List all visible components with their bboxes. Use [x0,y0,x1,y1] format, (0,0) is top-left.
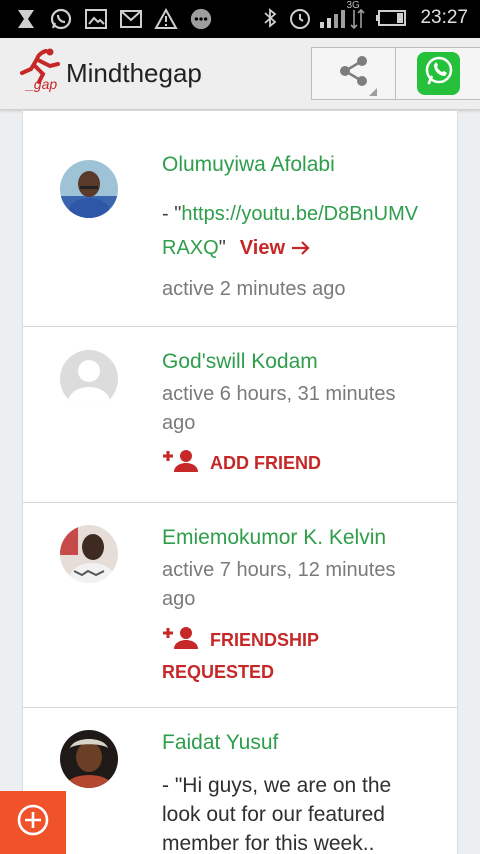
app-title: Mindthegap [66,58,202,88]
view-link[interactable]: View [240,237,311,259]
whatsapp-icon [423,55,455,92]
add-person-icon [162,626,200,658]
friendship-requested-button[interactable]: FRIENDSHIP REQUESTED [162,626,392,686]
member-card: Olumuyiwa Afolabi - "https://youtu.be/D8… [22,111,458,327]
last-active: active 2 minutes ago [162,278,346,300]
update-prefix: - " [162,203,182,225]
image-notification-icon [84,7,108,31]
battery-icon [374,6,408,30]
member-name[interactable]: God'swill Kodam [162,350,318,374]
avatar[interactable] [60,730,118,788]
notification-x-icon [14,7,38,31]
avatar[interactable] [60,350,118,408]
compose-button[interactable] [0,791,66,854]
member-card: Faidat Yusuf - "Hi guys, we are on the l… [22,708,458,854]
whatsapp-notification-icon [49,7,73,31]
add-person-icon [162,449,200,481]
share-button[interactable] [311,47,396,100]
network-type-label: 3G [346,0,360,11]
activity-update: - "Hi guys, we are on the look out for o… [162,774,392,854]
update-suffix: " [218,237,226,259]
signal-icon: 3G [318,0,368,30]
logo-text: _gap [26,76,58,92]
last-active: active 7 hours, 12 minutes ago [162,559,396,610]
member-name[interactable]: Emiemokumor K. Kelvin [162,526,386,550]
member-card: God'swill Kodam active 6 hours, 31 minut… [22,327,458,503]
clock: 23:27 [420,7,468,28]
avatar[interactable] [60,160,118,218]
add-circle-icon [16,803,50,842]
alarm-icon [288,6,312,30]
avatar[interactable] [60,525,118,583]
add-friend-button[interactable]: ADD FRIEND [162,449,402,481]
app-logo: _gap [18,48,62,98]
warning-icon [154,7,178,31]
chat-bubble-icon [189,7,213,31]
activity-update: - "https://youtu.be/D8BnUMVRAXQ" View [162,197,432,267]
whatsapp-share-area [396,47,480,100]
member-name[interactable]: Olumuyiwa Afolabi [162,153,335,177]
app-bar: _gap Mindthegap [0,38,480,110]
last-active: active 6 hours, 31 minutes ago [162,383,396,434]
bluetooth-icon [258,6,282,30]
status-bar: 3G 23:27 [0,0,480,38]
share-icon [337,54,371,93]
arrow-right-icon [291,233,311,267]
member-name[interactable]: Faidat Yusuf [162,731,278,755]
email-notification-icon [119,7,143,31]
member-card: Emiemokumor K. Kelvin active 7 hours, 12… [22,503,458,708]
members-list: Olumuyiwa Afolabi - "https://youtu.be/D8… [0,111,480,854]
whatsapp-button[interactable] [417,52,460,95]
overflow-indicator [369,88,377,96]
